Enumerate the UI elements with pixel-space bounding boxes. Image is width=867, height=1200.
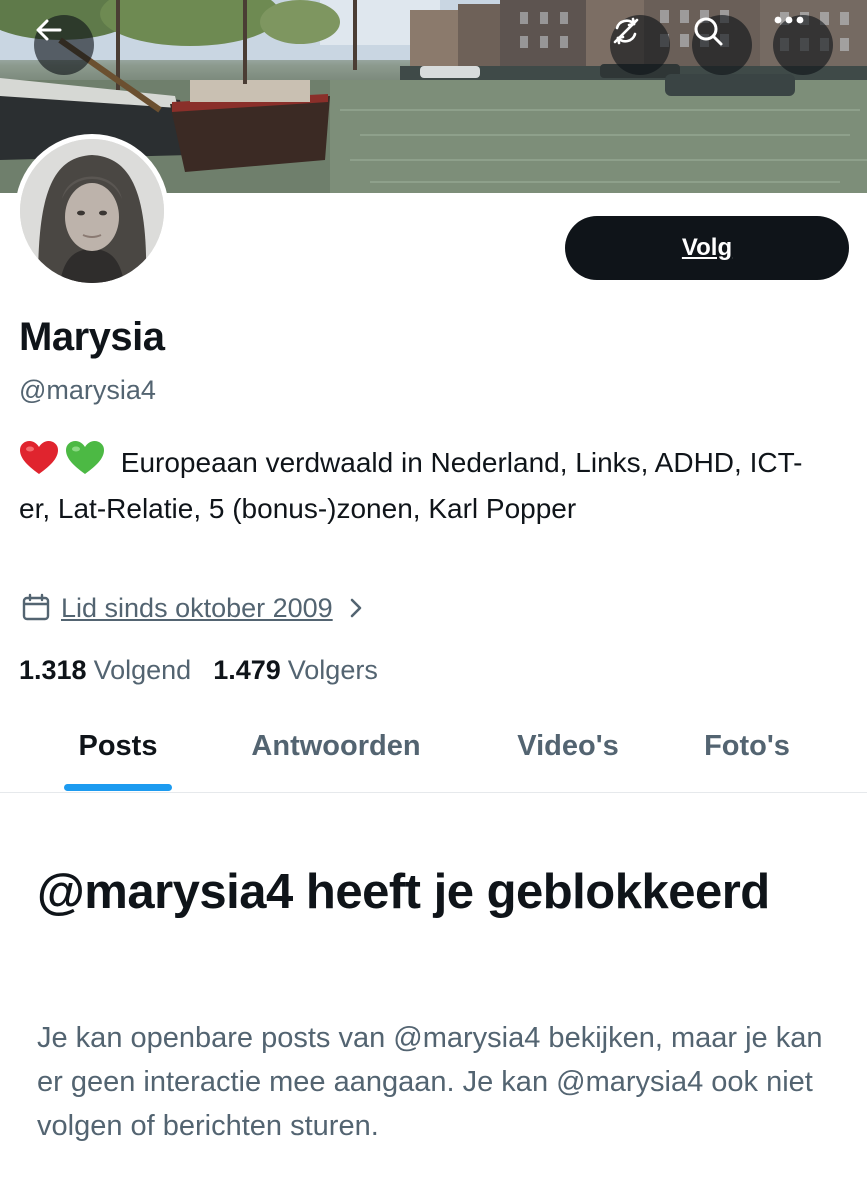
back-button[interactable] <box>34 15 94 75</box>
sync-off-icon <box>613 17 639 45</box>
more-options-button[interactable] <box>773 15 833 75</box>
sync-toggle-button[interactable] <box>610 15 670 75</box>
tab-posts[interactable]: Posts <box>44 700 192 792</box>
profile-bio: Europeaan verdwaald in Nederland, Links,… <box>19 440 819 532</box>
red-heart-emoji <box>20 441 58 474</box>
avatar[interactable] <box>15 134 169 288</box>
more-horizontal-icon <box>774 16 804 24</box>
blocked-message: Je kan openbare posts van @marysia4 beki… <box>37 1022 823 1142</box>
profile-display-name: Marysia <box>19 315 165 359</box>
following-count: 1.318 <box>19 654 87 685</box>
profile-handle: @marysia4 <box>19 375 156 405</box>
tab-videos[interactable]: Video's <box>490 700 646 792</box>
following-link[interactable]: 1.318 Volgend <box>19 655 191 686</box>
green-heart-emoji <box>66 441 104 474</box>
tab-antwoorden[interactable]: Antwoorden <box>220 700 452 792</box>
followers-link[interactable]: 1.479 Volgers <box>213 655 378 686</box>
calendar-icon <box>22 593 50 621</box>
followers-label: Volgers <box>287 654 378 685</box>
follow-stats: 1.318 Volgend 1.479 Volgers <box>19 652 378 688</box>
profile-tabs: Posts Antwoorden Video's Foto's <box>0 700 867 793</box>
joined-date-label: Lid sinds oktober 2009 <box>61 592 333 623</box>
follow-button-label: Volg <box>681 234 733 261</box>
following-label: Volgend <box>93 654 192 685</box>
profile-bio-text: Europeaan verdwaald in Nederland, Links,… <box>19 447 803 524</box>
active-tab-indicator <box>64 784 172 791</box>
search-icon <box>694 17 723 46</box>
search-button[interactable] <box>692 15 752 75</box>
joined-date[interactable]: Lid sinds oktober 2009 <box>21 590 367 626</box>
avatar-photo <box>20 139 164 283</box>
blocked-title: @marysia4 heeft je geblokkeerd <box>37 865 770 919</box>
chevron-right-icon <box>350 598 361 618</box>
profile-page: Volg Marysia @marysia4 Europeaan verdwaa… <box>0 0 867 1200</box>
follow-button[interactable]: Volg <box>565 216 849 280</box>
arrow-left-icon <box>36 19 62 41</box>
tab-fotos[interactable]: Foto's <box>680 700 814 792</box>
followers-count: 1.479 <box>213 654 281 685</box>
